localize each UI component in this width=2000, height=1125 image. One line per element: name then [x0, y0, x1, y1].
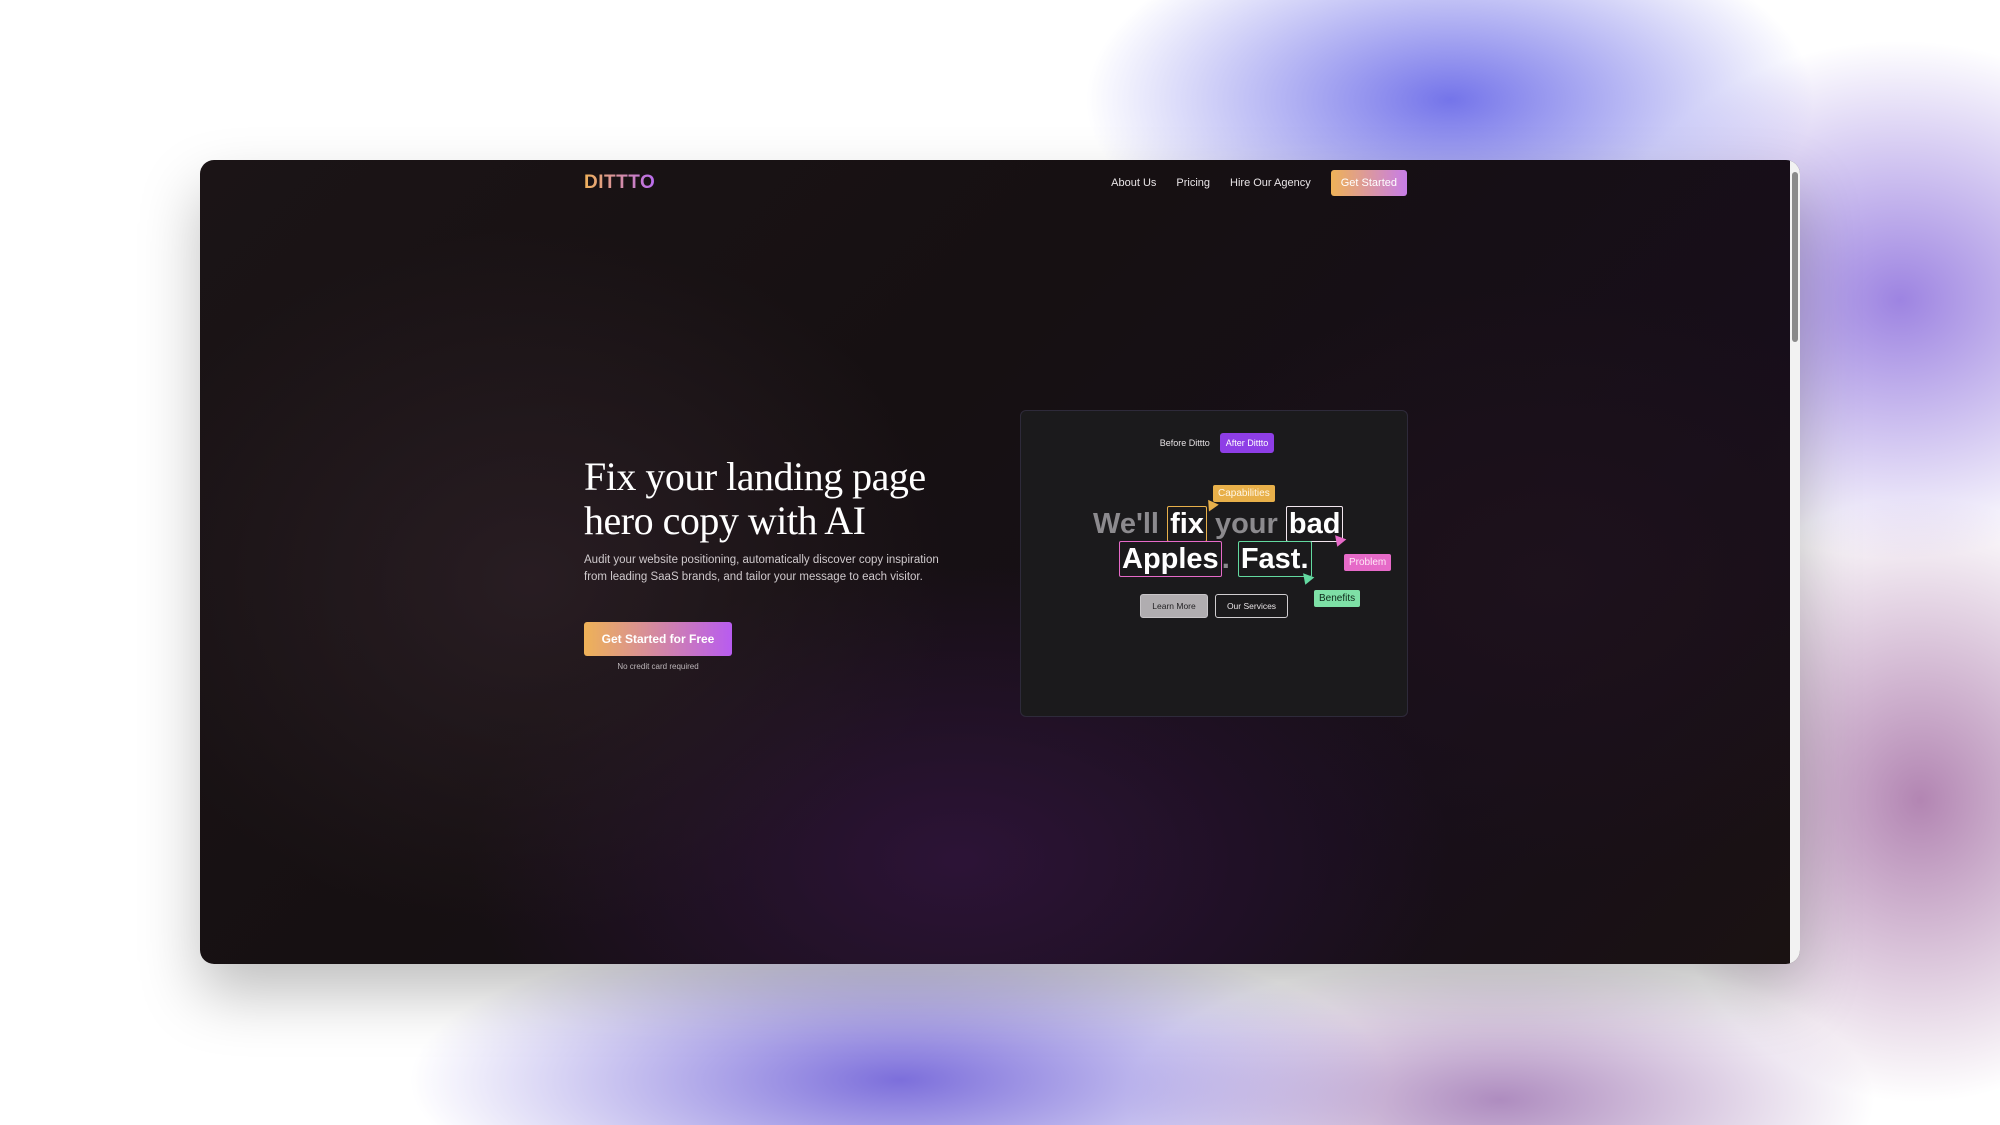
benefits-pointer-icon: [1299, 573, 1315, 587]
learn-more-button[interactable]: Learn More: [1140, 594, 1208, 618]
scrollbar-thumb[interactable]: [1792, 172, 1798, 342]
capabilities-tag: Capabilities: [1213, 485, 1275, 502]
dittto-logo[interactable]: DITTTO: [584, 172, 655, 194]
problem-pointer-icon: [1331, 535, 1347, 549]
hero-title-line-2: hero copy with AI: [584, 498, 866, 543]
nav-link-pricing[interactable]: Pricing: [1176, 177, 1210, 189]
nav-links: About Us Pricing Hire Our Agency Get Sta…: [1111, 170, 1407, 196]
our-services-button[interactable]: Our Services: [1215, 594, 1288, 618]
demo-headline-line-1: We'll fix your bad: [1093, 506, 1344, 542]
nav-link-about-us[interactable]: About Us: [1111, 177, 1156, 189]
demo-word-your: your: [1214, 508, 1278, 540]
demo-headline-line-2: Apples. Fast.: [1119, 541, 1312, 577]
nav-link-hire-our-agency[interactable]: Hire Our Agency: [1230, 177, 1311, 189]
demo-word-period: .: [1221, 543, 1230, 575]
demo-word-well: We'll: [1093, 508, 1159, 540]
before-after-toggle: Before Dittto After Dittto: [1021, 433, 1407, 453]
browser-window: DITTTO About Us Pricing Hire Our Agency …: [200, 160, 1800, 964]
scrollbar[interactable]: [1790, 160, 1800, 964]
before-after-preview-card: Before Dittto After Dittto Capabilities …: [1020, 410, 1408, 717]
problem-tag: Problem: [1344, 554, 1392, 571]
get-started-for-free-button[interactable]: Get Started for Free: [584, 622, 732, 656]
hero-subtitle: Audit your website positioning, automati…: [584, 554, 939, 583]
toggle-after-dittto[interactable]: After Dittto: [1219, 433, 1275, 453]
toggle-before-dittto[interactable]: Before Dittto: [1154, 433, 1216, 453]
demo-word-apples: Apples: [1119, 541, 1222, 577]
hero-title: Fix your landing page hero copy with AI: [584, 455, 1004, 543]
top-nav: DITTTO About Us Pricing Hire Our Agency …: [584, 170, 1407, 196]
no-credit-card-note: No credit card required: [617, 662, 699, 671]
demo-word-fix: fix: [1167, 506, 1207, 542]
demo-word-fast: Fast.: [1237, 541, 1312, 577]
hero-title-line-1: Fix your landing page: [584, 454, 926, 499]
benefits-tag: Benefits: [1314, 590, 1361, 607]
get-started-button[interactable]: Get Started: [1330, 170, 1407, 196]
